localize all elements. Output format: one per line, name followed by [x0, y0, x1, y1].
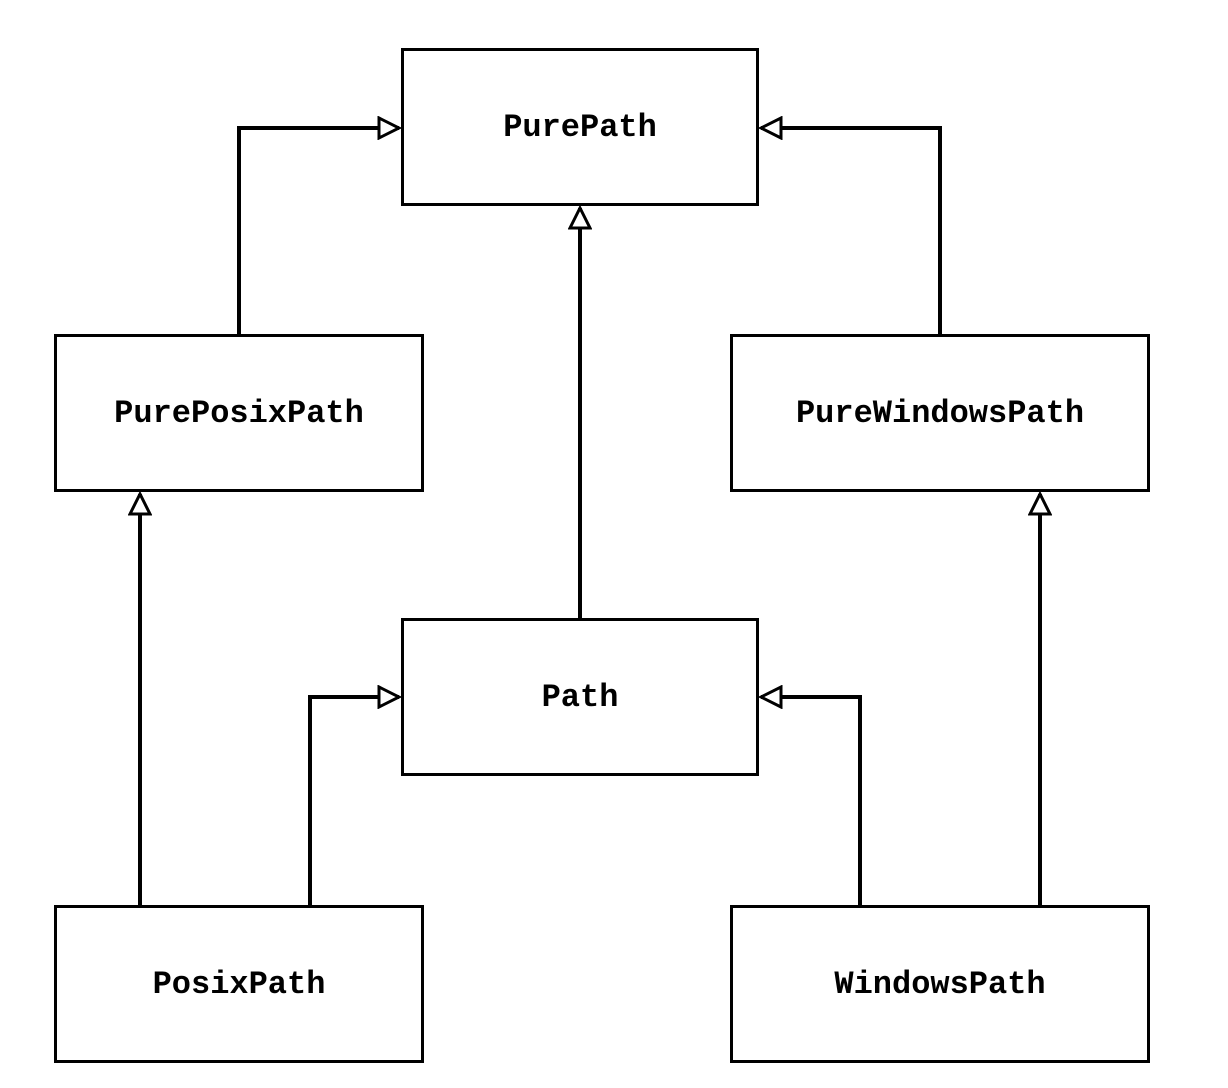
node-label: PureWindowsPath	[796, 395, 1084, 432]
edge-purewindows-to-purepath	[761, 128, 940, 334]
node-posixpath: PosixPath	[54, 905, 424, 1063]
class-hierarchy-diagram: PurePath PurePosixPath PureWindowsPath P…	[0, 0, 1228, 1088]
node-windowspath: WindowsPath	[730, 905, 1150, 1063]
node-pureposixpath: PurePosixPath	[54, 334, 424, 492]
edge-posix-to-path	[310, 697, 399, 905]
node-label: WindowsPath	[834, 966, 1045, 1003]
node-purepath: PurePath	[401, 48, 759, 206]
node-label: PosixPath	[153, 966, 326, 1003]
node-label: PurePosixPath	[114, 395, 364, 432]
node-purewindowspath: PureWindowsPath	[730, 334, 1150, 492]
edge-pureposix-to-purepath	[239, 128, 399, 334]
edge-windows-to-path	[761, 697, 860, 905]
node-label: PurePath	[503, 109, 657, 146]
node-path: Path	[401, 618, 759, 776]
node-label: Path	[542, 679, 619, 716]
